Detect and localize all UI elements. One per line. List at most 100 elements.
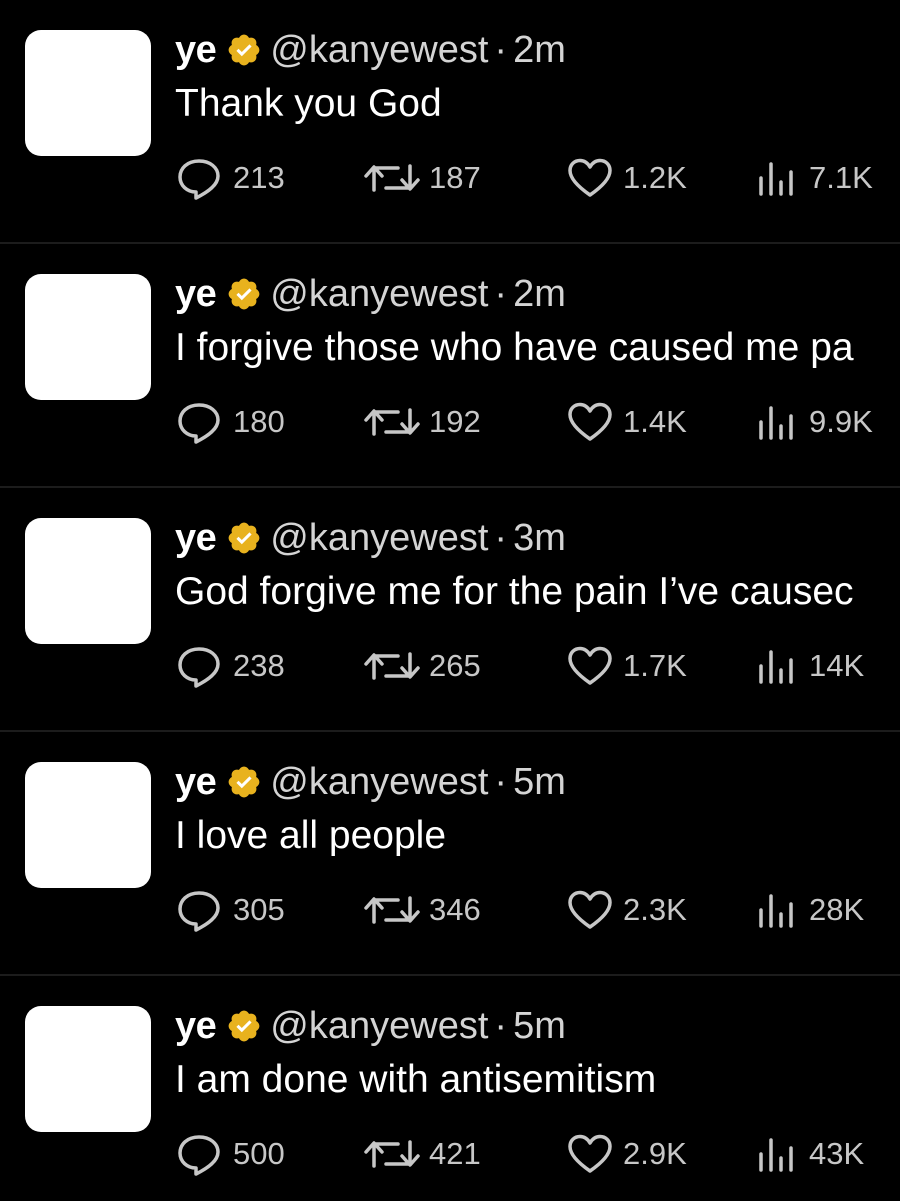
heart-icon: [565, 400, 615, 444]
separator-dot: ·: [494, 29, 508, 71]
retweet-count: 421: [429, 1136, 481, 1171]
verified-badge-icon: [226, 520, 262, 556]
views-icon: [753, 1132, 801, 1176]
views-button[interactable]: 7.1K: [753, 156, 873, 200]
display-name[interactable]: ye: [175, 1002, 217, 1050]
reply-button[interactable]: 180: [175, 400, 285, 444]
tweet[interactable]: ye @kanyewest · 2m Thank you God 213 187…: [0, 0, 900, 244]
timestamp[interactable]: 2m: [513, 26, 566, 74]
reply-icon: [175, 644, 225, 688]
retweet-icon: [363, 400, 421, 444]
tweet-text: I am done with antisemitism: [175, 1058, 657, 1101]
verified-badge-icon: [226, 276, 262, 312]
retweet-button[interactable]: 421: [363, 1132, 481, 1176]
tweet-header: ye @kanyewest · 5m: [175, 1002, 566, 1050]
views-button[interactable]: 14K: [753, 644, 864, 688]
user-handle[interactable]: @kanyewest: [270, 514, 488, 562]
retweet-button[interactable]: 187: [363, 156, 481, 200]
avatar[interactable]: [25, 762, 151, 888]
tweet-text: God forgive me for the pain I’ve causec: [175, 570, 854, 613]
views-count: 7.1K: [809, 160, 873, 195]
heart-icon: [565, 888, 615, 932]
like-button[interactable]: 2.3K: [565, 888, 687, 932]
display-name[interactable]: ye: [175, 514, 217, 562]
user-handle[interactable]: @kanyewest: [270, 1002, 488, 1050]
display-name[interactable]: ye: [175, 26, 217, 74]
separator-dot: ·: [494, 761, 508, 803]
like-button[interactable]: 2.9K: [565, 1132, 687, 1176]
reply-icon: [175, 156, 225, 200]
views-icon: [753, 644, 801, 688]
timeline-feed: ye @kanyewest · 2m Thank you God 213 187…: [0, 0, 900, 1201]
reply-count: 238: [233, 648, 285, 683]
retweet-count: 346: [429, 892, 481, 927]
tweet[interactable]: ye @kanyewest · 5m I am done with antise…: [0, 976, 900, 1201]
verified-badge-icon: [226, 764, 262, 800]
retweet-icon: [363, 888, 421, 932]
retweet-button[interactable]: 265: [363, 644, 481, 688]
views-button[interactable]: 28K: [753, 888, 864, 932]
tweet-actions: 180 192 1.4K 9.9K: [175, 400, 900, 444]
like-count: 2.3K: [623, 892, 687, 927]
separator-dot: ·: [494, 273, 508, 315]
like-button[interactable]: 1.2K: [565, 156, 687, 200]
user-handle[interactable]: @kanyewest: [270, 26, 488, 74]
views-button[interactable]: 9.9K: [753, 400, 873, 444]
display-name[interactable]: ye: [175, 270, 217, 318]
reply-icon: [175, 400, 225, 444]
timestamp[interactable]: 5m: [513, 758, 566, 806]
reply-button[interactable]: 500: [175, 1132, 285, 1176]
timestamp[interactable]: 3m: [513, 514, 566, 562]
separator-dot: ·: [494, 517, 508, 559]
tweet-header: ye @kanyewest · 2m: [175, 26, 566, 74]
retweet-icon: [363, 156, 421, 200]
user-handle[interactable]: @kanyewest: [270, 270, 488, 318]
retweet-button[interactable]: 346: [363, 888, 481, 932]
retweet-icon: [363, 1132, 421, 1176]
tweet-header: ye @kanyewest · 5m: [175, 758, 566, 806]
views-button[interactable]: 43K: [753, 1132, 864, 1176]
tweet-text: Thank you God: [175, 82, 442, 125]
avatar[interactable]: [25, 518, 151, 644]
views-icon: [753, 156, 801, 200]
verified-badge-icon: [226, 32, 262, 68]
heart-icon: [565, 1132, 615, 1176]
tweet-header: ye @kanyewest · 2m: [175, 270, 566, 318]
reply-icon: [175, 888, 225, 932]
avatar[interactable]: [25, 1006, 151, 1132]
reply-button[interactable]: 213: [175, 156, 285, 200]
reply-count: 500: [233, 1136, 285, 1171]
retweet-button[interactable]: 192: [363, 400, 481, 444]
like-button[interactable]: 1.7K: [565, 644, 687, 688]
reply-button[interactable]: 305: [175, 888, 285, 932]
views-count: 28K: [809, 892, 865, 927]
reply-count: 213: [233, 160, 285, 195]
timestamp[interactable]: 2m: [513, 270, 566, 318]
like-button[interactable]: 1.4K: [565, 400, 687, 444]
tweet-text: I love all people: [175, 814, 447, 857]
heart-icon: [565, 644, 615, 688]
like-count: 1.2K: [623, 160, 687, 195]
avatar[interactable]: [25, 274, 151, 400]
user-handle[interactable]: @kanyewest: [270, 758, 488, 806]
retweet-count: 192: [429, 404, 481, 439]
retweet-count: 187: [429, 160, 481, 195]
like-count: 1.4K: [623, 404, 687, 439]
avatar[interactable]: [25, 30, 151, 156]
reply-icon: [175, 1132, 225, 1176]
like-count: 2.9K: [623, 1136, 687, 1171]
tweet[interactable]: ye @kanyewest · 5m I love all people 305…: [0, 732, 900, 976]
tweet-actions: 305 346 2.3K 28K: [175, 888, 900, 932]
tweet-actions: 500 421 2.9K 43K: [175, 1132, 900, 1176]
retweet-icon: [363, 644, 421, 688]
display-name[interactable]: ye: [175, 758, 217, 806]
views-count: 9.9K: [809, 404, 873, 439]
retweet-count: 265: [429, 648, 481, 683]
timestamp[interactable]: 5m: [513, 1002, 566, 1050]
views-icon: [753, 400, 801, 444]
reply-button[interactable]: 238: [175, 644, 285, 688]
tweet-header: ye @kanyewest · 3m: [175, 514, 566, 562]
tweet[interactable]: ye @kanyewest · 2m I forgive those who h…: [0, 244, 900, 488]
tweet-text: I forgive those who have caused me pa: [175, 326, 854, 369]
tweet[interactable]: ye @kanyewest · 3m God forgive me for th…: [0, 488, 900, 732]
